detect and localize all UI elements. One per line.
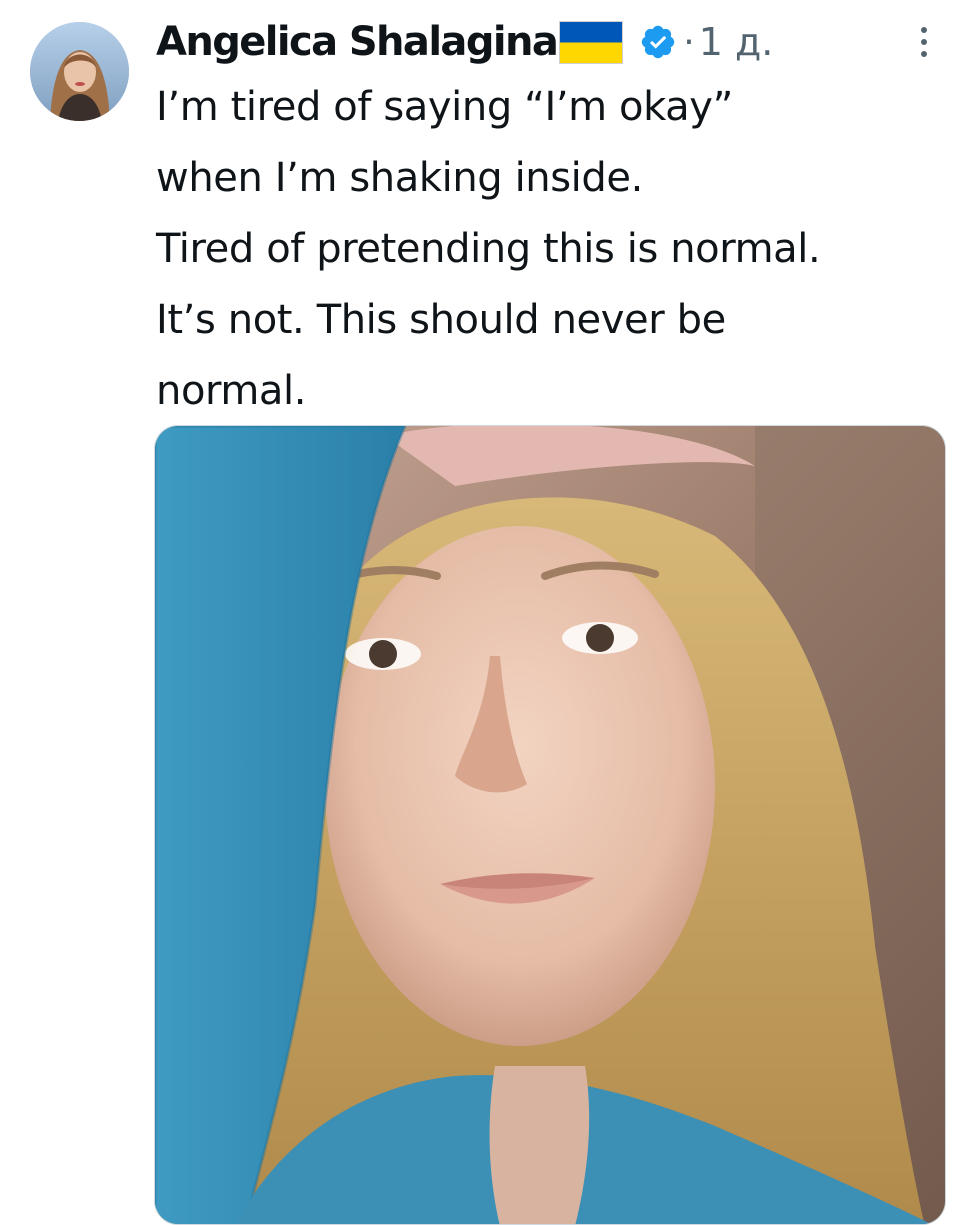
tweet-text-line: I’m tired of saying “I’m okay” — [156, 84, 733, 130]
meta-separator: · — [683, 21, 695, 63]
tweet-text-line: It’s not. This should never be — [156, 297, 726, 343]
tweet-text-line: Tired of pretending this is normal. — [156, 226, 821, 272]
author-name[interactable]: Angelica Shalagina — [156, 19, 559, 65]
tweet[interactable]: Angelica Shalagina · 1 д. I’m tired of s… — [0, 0, 975, 1225]
timestamp[interactable]: 1 д. — [699, 20, 774, 64]
tweet-photo[interactable] — [154, 425, 946, 1225]
verified-badge-icon[interactable] — [639, 23, 677, 61]
avatar[interactable] — [30, 22, 129, 121]
tweet-header: Angelica Shalagina · 1 д. — [156, 14, 773, 70]
ukraine-flag-icon — [559, 20, 624, 64]
tweet-text: I’m tired of saying “I’m okay” when I’m … — [156, 72, 966, 427]
more-options-icon[interactable] — [912, 22, 936, 62]
tweet-text-line: when I’m shaking inside. — [156, 155, 643, 201]
tweet-text-line: normal. — [156, 368, 307, 414]
